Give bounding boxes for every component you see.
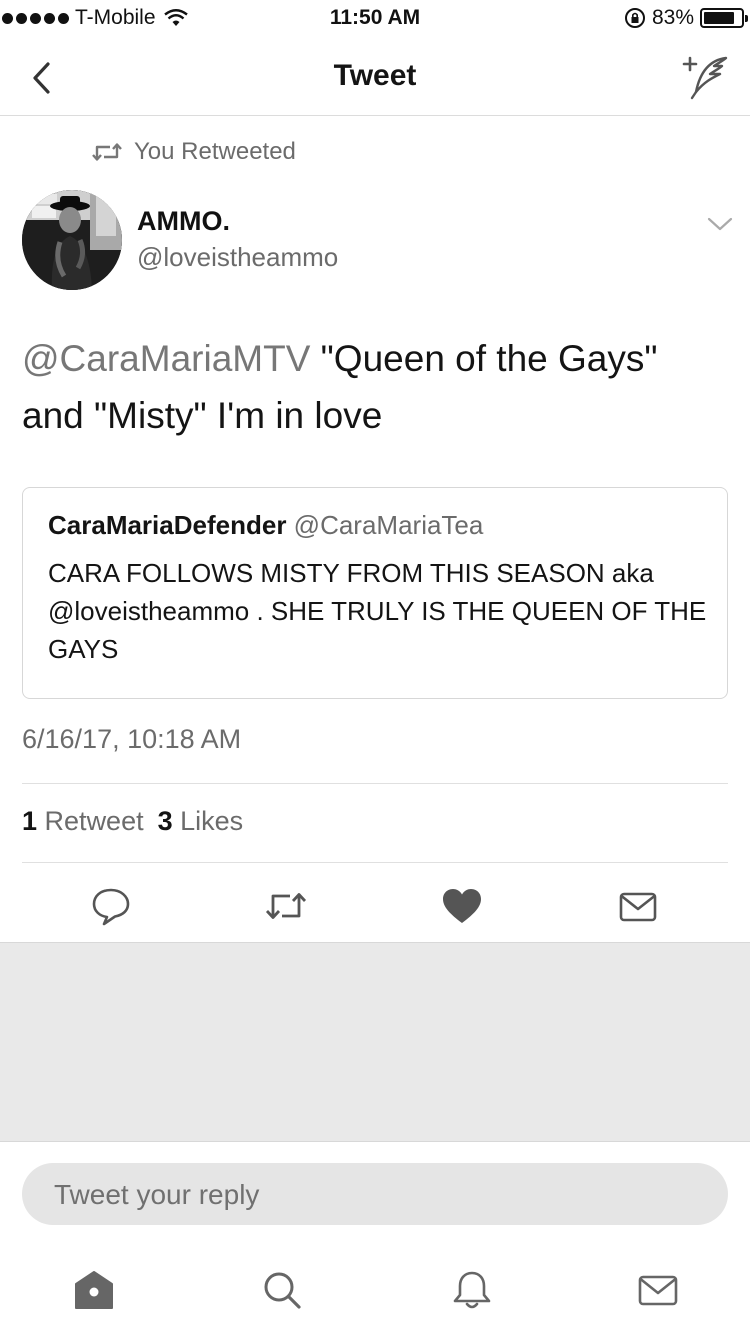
mention-link[interactable]: @CaraMariaMTV bbox=[22, 338, 310, 379]
avatar-photo bbox=[22, 190, 122, 290]
chevron-down-icon[interactable] bbox=[706, 214, 734, 234]
retweet-icon[interactable] bbox=[264, 884, 308, 928]
divider bbox=[22, 862, 728, 863]
quoted-tweet-header: CaraMariaDefender @CaraMariaTea bbox=[48, 510, 483, 541]
page-title: Tweet bbox=[333, 59, 417, 92]
tweet-text: @CaraMariaMTV "Queen of the Gays" and "M… bbox=[22, 330, 722, 444]
display-name[interactable]: AMMO. bbox=[137, 206, 230, 237]
messages-icon[interactable] bbox=[636, 1268, 680, 1312]
battery-icon bbox=[700, 8, 748, 28]
like-count-link[interactable]: 3 Likes bbox=[158, 806, 244, 837]
engagement-counts: 1 Retweet 3 Likes bbox=[22, 806, 243, 837]
retweet-count-label: Retweet bbox=[44, 806, 144, 836]
empty-replies-area bbox=[0, 942, 750, 1142]
message-icon[interactable] bbox=[616, 884, 660, 928]
like-icon[interactable] bbox=[440, 884, 484, 928]
like-count-label: Likes bbox=[180, 806, 244, 836]
reply-input[interactable]: Tweet your reply bbox=[22, 1163, 728, 1225]
avatar[interactable] bbox=[22, 190, 122, 290]
quoted-tweet[interactable]: CaraMariaDefender @CaraMariaTea CARA FOL… bbox=[22, 487, 728, 699]
retweet-count-link[interactable]: 1 Retweet bbox=[22, 806, 144, 837]
home-icon[interactable] bbox=[72, 1268, 116, 1312]
reply-placeholder: Tweet your reply bbox=[54, 1179, 260, 1210]
orientation-lock-icon bbox=[624, 8, 645, 28]
user-handle[interactable]: @loveistheammo bbox=[137, 242, 338, 273]
search-icon[interactable] bbox=[260, 1268, 304, 1312]
nav-bar: Tweet bbox=[0, 40, 750, 116]
tab-bar bbox=[0, 1240, 750, 1333]
quoted-handle: @CaraMariaTea bbox=[293, 510, 484, 540]
tweet-timestamp: 6/16/17, 10:18 AM bbox=[22, 724, 242, 754]
retweet-label: You Retweeted bbox=[134, 138, 296, 165]
reply-icon[interactable] bbox=[89, 884, 133, 928]
quoted-display-name: CaraMariaDefender bbox=[48, 510, 287, 540]
battery-fill bbox=[704, 12, 734, 24]
tweet-actions bbox=[0, 876, 750, 940]
retweet-icon bbox=[92, 143, 122, 161]
status-right: 83% bbox=[624, 6, 748, 30]
quoted-tweet-text: CARA FOLLOWS MISTY FROM THIS SEASON aka … bbox=[48, 558, 707, 664]
status-bar: T-Mobile 11:50 AM 83% bbox=[0, 0, 750, 40]
retweet-indicator: You Retweeted bbox=[92, 138, 296, 166]
like-count: 3 bbox=[157, 806, 173, 836]
retweet-count: 1 bbox=[22, 806, 38, 836]
notifications-icon[interactable] bbox=[450, 1268, 494, 1312]
battery-percent: 83% bbox=[651, 6, 694, 29]
divider bbox=[22, 783, 728, 784]
compose-tweet-icon[interactable] bbox=[680, 52, 730, 102]
